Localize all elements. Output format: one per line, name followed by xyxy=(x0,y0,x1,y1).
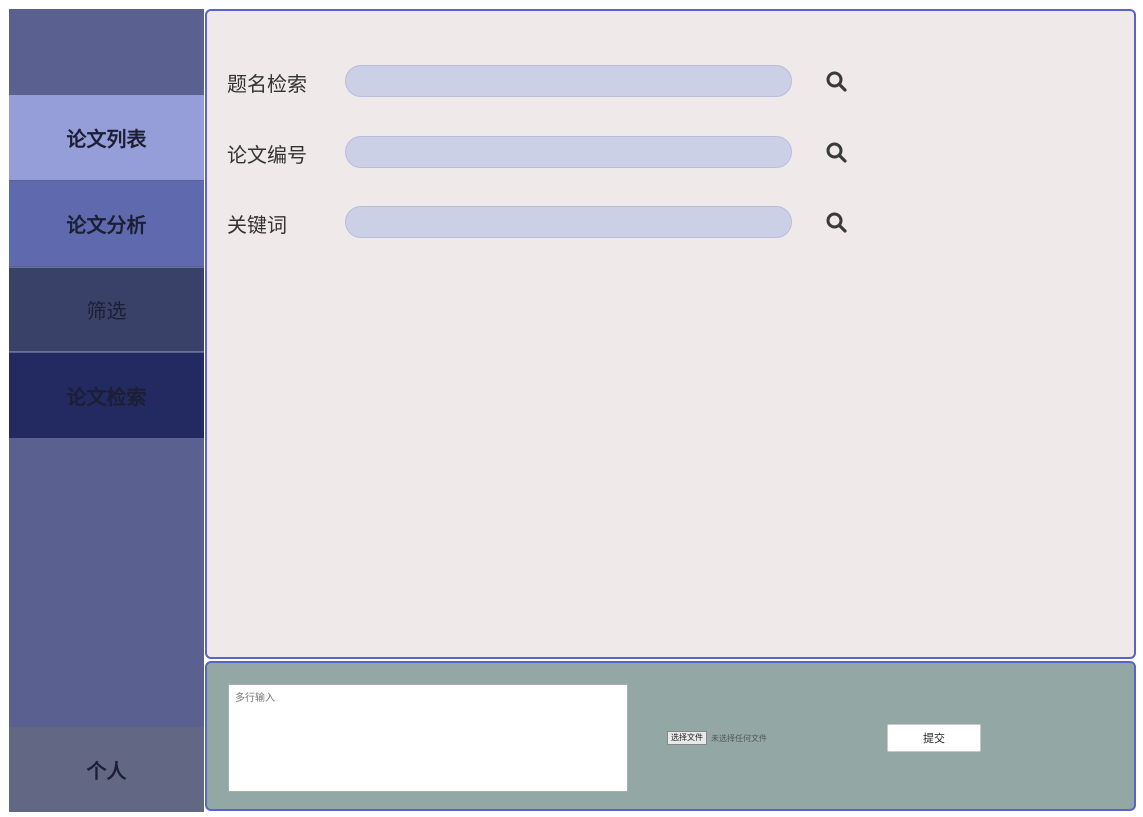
title-search-input[interactable] xyxy=(345,65,792,97)
sidebar-item-paper-search[interactable]: 论文检索 xyxy=(9,353,204,438)
sidebar-item-filter[interactable]: 筛选 xyxy=(9,267,204,352)
sidebar-item-paper-analysis[interactable]: 论文分析 xyxy=(9,181,204,266)
search-icon[interactable] xyxy=(824,210,850,236)
multiline-input[interactable] xyxy=(228,684,628,792)
upload-panel: 选择文件 未选择任何文件 提交 xyxy=(205,661,1136,811)
keyword-search-input[interactable] xyxy=(345,206,792,238)
submit-button[interactable]: 提交 xyxy=(887,724,981,752)
choose-file-button[interactable]: 选择文件 xyxy=(667,731,707,745)
file-status-text: 未选择任何文件 xyxy=(711,733,767,743)
search-panel: 题名检索 论文编号 关键词 xyxy=(205,9,1136,659)
search-icon[interactable] xyxy=(824,69,850,95)
keyword-search-label: 关键词 xyxy=(227,213,287,237)
paper-id-search-label: 论文编号 xyxy=(227,143,307,167)
paper-id-search-input[interactable] xyxy=(345,136,792,168)
sidebar-item-paper-list[interactable]: 论文列表 xyxy=(9,95,204,180)
sidebar-item-profile[interactable]: 个人 xyxy=(9,727,204,812)
title-search-label: 题名检索 xyxy=(227,72,307,96)
file-picker: 选择文件 未选择任何文件 xyxy=(667,731,767,745)
sidebar: 论文列表 论文分析 筛选 论文检索 个人 xyxy=(9,9,204,812)
search-icon[interactable] xyxy=(824,140,850,166)
